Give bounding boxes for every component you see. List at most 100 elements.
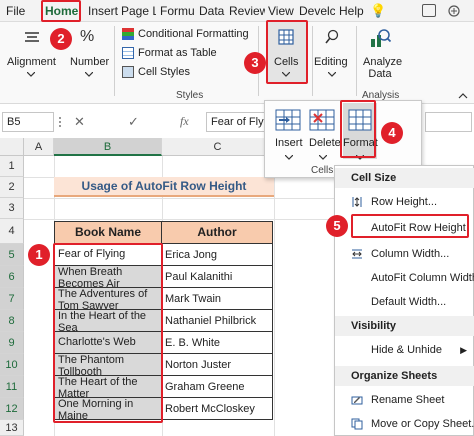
tab-file[interactable]: File — [6, 3, 30, 20]
column-width-icon — [352, 249, 362, 259]
row-header[interactable]: 2 — [0, 177, 24, 198]
formula-input[interactable]: Fear of Fly — [206, 112, 268, 132]
table-row-author[interactable]: Paul Kalanithi — [162, 266, 273, 288]
name-box[interactable]: B5 — [2, 112, 54, 132]
row-header[interactable]: 3 — [0, 198, 24, 219]
tab-formulas[interactable]: Formu — [160, 3, 194, 20]
align-lines-icon[interactable] — [20, 28, 44, 48]
row-header[interactable]: 6 — [0, 266, 24, 288]
chevron-down-icon — [327, 70, 337, 78]
tab-developer[interactable]: Develc — [299, 3, 335, 20]
step-badge: 5 — [326, 215, 348, 237]
move-copy-sheet-item[interactable]: Move or Copy Sheet... — [335, 414, 474, 434]
step-badge: 3 — [244, 52, 266, 74]
select-all-corner[interactable] — [0, 138, 24, 156]
ribbon-divider — [356, 26, 357, 96]
row-header[interactable]: 9 — [0, 332, 24, 354]
format-as-table-button[interactable]: Format as Table — [138, 47, 217, 59]
tab-data[interactable]: Data — [199, 3, 225, 20]
autofit-column-width-item[interactable]: AutoFit Column Width — [335, 268, 474, 288]
rename-sheet-item[interactable]: Rename Sheet — [335, 390, 474, 410]
tab-help[interactable]: Help — [339, 3, 365, 20]
tab-insert[interactable]: Insert — [88, 3, 118, 20]
row-header[interactable]: 11 — [0, 376, 24, 398]
sheet-title[interactable]: Usage of AutoFit Row Height — [54, 177, 274, 197]
delete-icon — [307, 107, 337, 133]
conditional-formatting-button[interactable]: Conditional Formatting — [138, 28, 249, 40]
column-header-a[interactable]: A — [24, 138, 54, 156]
table-row-author[interactable]: Robert McCloskey — [162, 398, 273, 420]
selection-highlight — [53, 243, 163, 423]
cancel-icon[interactable]: ✕ — [74, 114, 85, 130]
row-height-label: Row Height... — [371, 196, 438, 208]
table-row-author[interactable]: Norton Juster — [162, 354, 273, 376]
table-row-author[interactable]: Nathaniel Philbrick — [162, 310, 273, 332]
submenu-arrow-icon: ▶ — [460, 345, 467, 355]
format-highlight — [340, 100, 376, 158]
book-name-header[interactable]: Book Name — [54, 221, 162, 244]
magnifier-icon — [322, 28, 342, 46]
move-copy-sheet-label: Move or Copy Sheet... — [371, 418, 474, 430]
row-header[interactable]: 12 — [0, 398, 24, 420]
chevron-down-icon — [26, 70, 36, 78]
delete-button[interactable]: Delete — [309, 137, 341, 149]
chevron-down-icon — [318, 153, 328, 161]
row-header[interactable]: 5 — [0, 244, 24, 266]
formula-expand[interactable] — [425, 112, 472, 132]
cell-styles-button[interactable]: Cell Styles — [138, 66, 190, 78]
cells-highlight — [266, 20, 308, 84]
ribbon-collapse-icon[interactable] — [458, 90, 468, 99]
alignment-button[interactable]: Alignment — [7, 56, 56, 68]
table-row-author[interactable]: Mark Twain — [162, 288, 273, 310]
analyze-data-button[interactable]: Analyze Data — [363, 56, 402, 80]
chevron-down-icon — [84, 70, 94, 78]
insert-icon — [273, 107, 303, 133]
function-icon[interactable]: fx — [180, 114, 189, 129]
hide-unhide-item[interactable]: Hide & Unhide ▶ — [335, 340, 474, 360]
cells-group-label: Cells — [311, 165, 334, 176]
enter-icon[interactable]: ✓ — [128, 114, 139, 130]
format-dropdown-menu: Cell Size Row Height... AutoFit Row Heig… — [334, 165, 474, 436]
default-width-label: Default Width... — [371, 296, 447, 308]
tab-view[interactable]: View — [268, 3, 296, 20]
number-button[interactable]: Number — [70, 56, 109, 68]
author-header[interactable]: Author — [161, 221, 273, 244]
analyze-data-icon — [368, 26, 392, 50]
rename-sheet-label: Rename Sheet — [371, 394, 445, 406]
column-header-c[interactable]: C — [162, 138, 274, 156]
format-as-table-icon — [122, 47, 134, 59]
row-header[interactable]: 4 — [0, 219, 24, 244]
column-width-label: Column Width... — [371, 248, 450, 260]
menu-section-organize-sheets: Organize Sheets — [335, 366, 474, 386]
editing-button[interactable]: Editing — [314, 56, 348, 68]
insert-button[interactable]: Insert — [275, 137, 303, 149]
step-badge: 2 — [50, 28, 72, 50]
row-header[interactable]: 1 — [0, 156, 24, 177]
grid-line — [24, 219, 334, 220]
home-tab-highlight — [41, 0, 81, 22]
share-icon[interactable] — [448, 5, 460, 17]
table-row-author[interactable]: E. B. White — [162, 332, 273, 354]
row-header[interactable]: 13 — [0, 420, 24, 436]
row-header[interactable]: 10 — [0, 354, 24, 376]
table-row-author[interactable]: Graham Greene — [162, 376, 273, 398]
grid-line — [24, 198, 334, 199]
autofit-highlight — [351, 214, 469, 238]
copy-sheet-icon — [351, 418, 363, 430]
tab-page-layout[interactable]: Page L — [121, 3, 156, 20]
column-width-item[interactable]: Column Width... — [335, 244, 474, 264]
hide-unhide-label: Hide & Unhide — [371, 344, 442, 356]
step-badge: 1 — [28, 244, 50, 266]
default-width-item[interactable]: Default Width... — [335, 292, 474, 312]
comments-icon[interactable] — [422, 4, 436, 17]
tab-review[interactable]: Review — [229, 3, 265, 20]
row-header[interactable]: 8 — [0, 310, 24, 332]
row-height-item[interactable]: Row Height... — [335, 192, 474, 212]
row-header[interactable]: 7 — [0, 288, 24, 310]
column-header-b[interactable]: B — [54, 138, 162, 156]
ribbon-divider — [114, 26, 115, 96]
percent-icon[interactable]: % — [80, 28, 94, 46]
step-badge: 4 — [381, 122, 403, 144]
lightbulb-icon[interactable]: 💡 — [370, 2, 384, 19]
table-row-author[interactable]: Erica Jong — [162, 244, 273, 266]
